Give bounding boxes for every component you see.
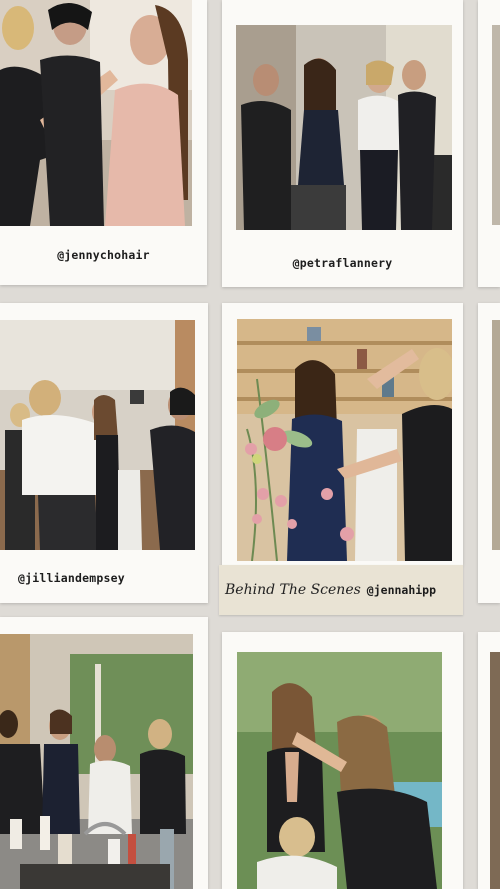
- polaroid-card-bottom-left: [0, 617, 208, 889]
- label-handle: @jennahipp: [366, 583, 437, 597]
- polaroid-card-edge-right-1: [478, 0, 500, 287]
- card-caption: @jennychohair: [57, 248, 150, 262]
- polaroid-card-edge-right-2: [478, 303, 500, 603]
- label-script-text: Behind The Scenes: [225, 582, 361, 598]
- photo-makeup-session-1: [0, 0, 192, 226]
- polaroid-card-petraflannery: @petraflannery: [222, 0, 463, 287]
- polaroid-card-center-2: [222, 303, 463, 565]
- photo-makeup-with-flowers: [237, 319, 452, 561]
- polaroid-card-jennychohair: @jennychohair: [0, 0, 207, 285]
- photo-makeup-session-2: [236, 25, 452, 230]
- polaroid-card-bottom-center: [222, 632, 463, 889]
- photo-makeup-session-3: [0, 320, 195, 550]
- photo-makeup-session-4: [0, 634, 193, 889]
- card-caption: @petraflannery: [292, 256, 393, 270]
- behind-the-scenes-label: Behind The Scenes @jennahipp: [219, 565, 463, 615]
- polaroid-card-edge-right-3: [478, 632, 500, 889]
- photo-edge-right-1: [492, 25, 500, 225]
- polaroid-card-jilliandempsey: @jilliandempsey: [0, 303, 208, 603]
- card-caption: @jilliandempsey: [18, 571, 125, 585]
- photo-edge-right-3: [490, 652, 500, 889]
- photo-edge-right-2: [492, 320, 500, 550]
- photo-hair-styling-outdoor: [237, 652, 442, 889]
